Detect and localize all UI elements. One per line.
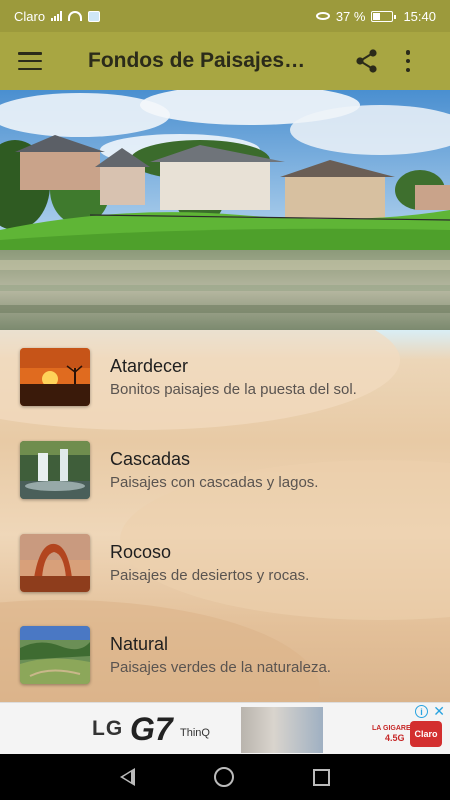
- system-nav-bar: [0, 754, 450, 800]
- clock: 15:40: [403, 8, 436, 24]
- battery-fill: [373, 12, 381, 20]
- category-title: Atardecer: [110, 356, 189, 376]
- category-title: Rocoso: [110, 542, 172, 562]
- category-item-natural[interactable]: Natural Paisajes verdes de la naturaleza…: [20, 625, 440, 685]
- ad-model-suffix: ThinQ: [180, 727, 210, 739]
- category-item-atardecer[interactable]: Atardecer Bonitos paisajes de la puesta …: [20, 347, 440, 407]
- rock-arch-thumbnail: [20, 534, 90, 592]
- waterfall-thumbnail: [20, 441, 90, 499]
- carrier-label: Claro: [14, 8, 46, 24]
- battery-percent: 37 %: [335, 8, 366, 24]
- ad-banner[interactable]: LG G7 ThinQ LA GIGARED 4.5G Claro i ✕: [0, 702, 450, 754]
- category-subtitle: Paisajes de desiertos y rocas.: [110, 567, 310, 584]
- ad-info-icon[interactable]: i: [415, 705, 428, 718]
- hero-landscape-image: [0, 90, 450, 330]
- category-title: Cascadas: [110, 449, 191, 469]
- back-icon[interactable]: [119, 768, 135, 786]
- category-item-cascadas[interactable]: Cascadas Paisajes con cascadas y lagos.: [20, 440, 440, 500]
- category-item-rocoso[interactable]: Rocoso Paisajes de desiertos y rocas.: [20, 533, 440, 593]
- menu-icon[interactable]: [18, 52, 42, 70]
- wifi-icon: [68, 11, 83, 21]
- home-icon[interactable]: [213, 767, 234, 787]
- app-title: Fondos de Paisajes…: [88, 49, 306, 72]
- more-vert-icon[interactable]: [404, 50, 412, 72]
- app-bar: Fondos de Paisajes…: [0, 32, 450, 90]
- category-list: Atardecer Bonitos paisajes de la puesta …: [0, 330, 450, 702]
- category-subtitle: Paisajes verdes de la naturaleza.: [110, 659, 331, 676]
- sunset-thumbnail: [20, 348, 90, 406]
- category-subtitle: Paisajes con cascadas y lagos.: [110, 474, 319, 491]
- category-title: Natural: [110, 634, 169, 654]
- category-subtitle: Bonitos paisajes de la puesta del sol.: [110, 381, 357, 398]
- recent-apps-icon[interactable]: [313, 768, 331, 786]
- green-valley-thumbnail: [20, 626, 90, 684]
- ad-model: G7: [130, 711, 173, 747]
- ad-offer-price: 4.5G: [385, 733, 405, 743]
- eye-icon: [315, 12, 330, 20]
- signal-icon: [51, 11, 63, 21]
- status-bar: Claro 37 % 15:40: [0, 0, 450, 32]
- ad-close-icon[interactable]: ✕: [433, 703, 445, 720]
- shield-icon: [88, 10, 101, 22]
- battery-icon: [371, 10, 397, 22]
- ad-photo: [241, 707, 323, 753]
- ad-brand: LG: [92, 717, 124, 740]
- ad-carrier-logo: Claro: [410, 721, 442, 747]
- share-icon[interactable]: [354, 48, 380, 74]
